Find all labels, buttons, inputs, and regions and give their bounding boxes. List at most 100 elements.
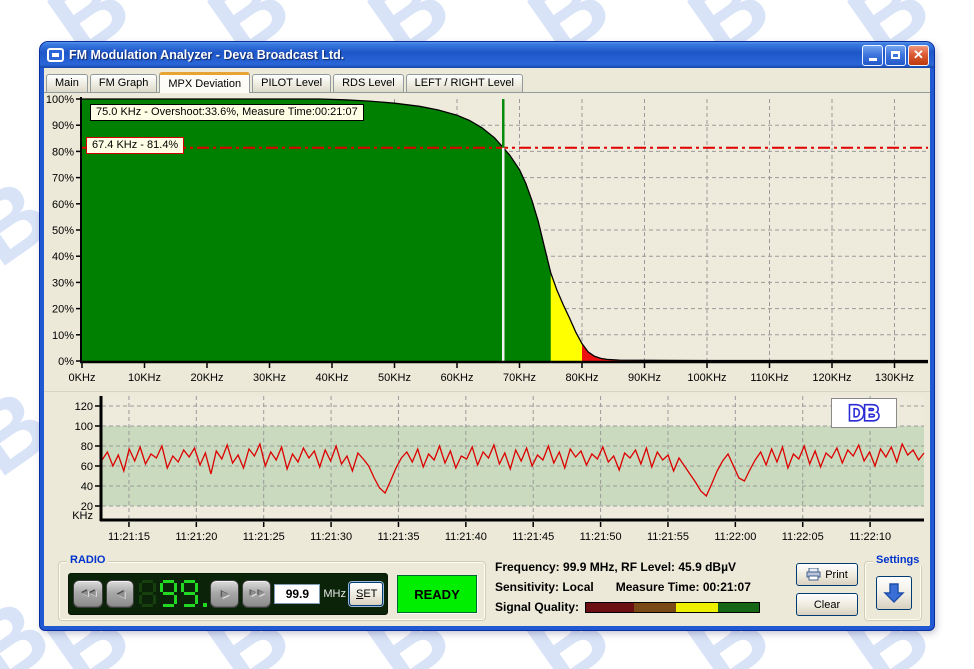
- action-buttons: Print Clear: [796, 563, 858, 616]
- svg-text:11:22:05: 11:22:05: [782, 531, 824, 543]
- step-down-button[interactable]: ◄: [106, 580, 134, 608]
- svg-text:90%: 90%: [52, 120, 74, 132]
- tab-pilot-level[interactable]: PILOT Level: [252, 74, 331, 92]
- svg-text:30%: 30%: [52, 277, 74, 289]
- signal-quality-segment-2: [676, 603, 718, 612]
- deviation-history-chart: 12010080604020KHz11:21:1511:21:2011:21:2…: [44, 391, 930, 551]
- close-button[interactable]: ✕: [908, 45, 929, 66]
- seek-up-button[interactable]: ►►: [242, 580, 272, 608]
- radio-tuner-panel: ◄◄◄ ►►► MHzSET: [68, 573, 388, 615]
- minimize-button[interactable]: [862, 45, 883, 66]
- signal-quality-label: Signal Quality:: [495, 600, 579, 614]
- svg-text:11:21:35: 11:21:35: [377, 531, 419, 543]
- settings-group-label: Settings: [873, 554, 922, 566]
- mhz-label: MHz: [323, 588, 346, 600]
- frequency-7seg-display: [137, 578, 207, 610]
- measurement-info: Frequency: 99.9 MHz, RF Level: 45.9 dBµV…: [495, 557, 795, 617]
- svg-text:11:21:45: 11:21:45: [512, 531, 554, 543]
- svg-text:50KHz: 50KHz: [378, 372, 411, 384]
- svg-text:DB: DB: [849, 402, 879, 425]
- tab-strip: MainFM GraphMPX DeviationPILOT LevelRDS …: [46, 71, 525, 92]
- frequency-rf-line: Frequency: 99.9 MHz, RF Level: 45.9 dBµV: [495, 557, 795, 577]
- tab-left-right-level[interactable]: LEFT / RIGHT Level: [406, 74, 523, 92]
- app-window: FM Modulation Analyzer - Deva Broadcast …: [40, 42, 934, 630]
- window-title: FM Modulation Analyzer - Deva Broadcast …: [69, 48, 862, 62]
- radio-group-label: RADIO: [67, 554, 108, 566]
- svg-text:11:21:50: 11:21:50: [580, 531, 622, 543]
- svg-text:60: 60: [81, 461, 93, 473]
- svg-text:100: 100: [75, 421, 93, 433]
- maximize-icon: [891, 51, 900, 59]
- deviation-history-plot: 12010080604020KHz11:21:1511:21:2011:21:2…: [44, 392, 930, 552]
- svg-text:11:21:20: 11:21:20: [175, 531, 217, 543]
- svg-text:130KHz: 130KHz: [875, 372, 914, 384]
- signal-quality-line: Signal Quality:: [495, 597, 795, 617]
- svg-text:110KHz: 110KHz: [750, 372, 788, 384]
- svg-text:11:21:40: 11:21:40: [445, 531, 487, 543]
- db-logo-icon: DB: [838, 401, 890, 425]
- printer-icon: [806, 568, 821, 581]
- status-badge: READY: [397, 575, 477, 613]
- signal-quality-segment-1: [634, 603, 676, 612]
- svg-text:60%: 60%: [52, 199, 74, 211]
- svg-text:0KHz: 0KHz: [69, 372, 96, 384]
- settings-groupbox: Settings: [864, 561, 922, 621]
- maximize-button[interactable]: [885, 45, 906, 66]
- svg-text:120KHz: 120KHz: [812, 372, 851, 384]
- step-up-button[interactable]: ►: [210, 580, 238, 608]
- svg-text:50%: 50%: [52, 225, 74, 237]
- desktop: BBBBBBBBBBBBBBBBBBBBBBBBBBB FM Modulatio…: [0, 0, 974, 669]
- settings-button[interactable]: [876, 576, 912, 610]
- clear-button[interactable]: Clear: [796, 593, 858, 616]
- svg-text:100KHz: 100KHz: [687, 372, 726, 384]
- close-icon: ✕: [913, 47, 924, 63]
- tab-main[interactable]: Main: [46, 74, 88, 92]
- minimize-icon: [869, 58, 877, 61]
- sensitivity-line: Sensitivity: Local Measure Time: 00:21:0…: [495, 577, 795, 597]
- measure-time-value: Measure Time: 00:21:07: [616, 580, 751, 594]
- svg-text:40: 40: [81, 481, 93, 493]
- svg-text:11:21:55: 11:21:55: [647, 531, 689, 543]
- svg-text:11:22:00: 11:22:00: [714, 531, 756, 543]
- set-button[interactable]: SET: [349, 582, 383, 606]
- frequency-input[interactable]: [274, 584, 320, 604]
- svg-text:20KHz: 20KHz: [190, 372, 223, 384]
- tab-mpx-deviation[interactable]: MPX Deviation: [159, 72, 250, 93]
- client-area: MainFM GraphMPX DeviationPILOT LevelRDS …: [44, 68, 930, 626]
- svg-text:40KHz: 40KHz: [315, 372, 348, 384]
- app-icon: [47, 48, 64, 62]
- svg-text:70KHz: 70KHz: [503, 372, 536, 384]
- signal-quality-segment-3: [718, 603, 759, 612]
- tab-fm-graph[interactable]: FM Graph: [90, 74, 158, 92]
- svg-text:70%: 70%: [52, 173, 74, 185]
- svg-text:80: 80: [81, 441, 93, 453]
- svg-text:90KHz: 90KHz: [628, 372, 661, 384]
- svg-text:KHz: KHz: [72, 510, 93, 522]
- svg-text:11:21:15: 11:21:15: [108, 531, 150, 543]
- svg-text:100%: 100%: [46, 94, 74, 106]
- overshoot-annotation: 75.0 KHz - Overshoot:33.6%, Measure Time…: [90, 104, 364, 121]
- tab-rds-level[interactable]: RDS Level: [333, 74, 404, 92]
- svg-text:80KHz: 80KHz: [565, 372, 598, 384]
- seek-down-button[interactable]: ◄◄: [73, 580, 103, 608]
- radio-groupbox: RADIO ◄◄◄►►►MHzSET READY: [58, 561, 486, 621]
- svg-text:30KHz: 30KHz: [253, 372, 286, 384]
- title-bar[interactable]: FM Modulation Analyzer - Deva Broadcast …: [40, 42, 934, 68]
- threshold-annotation: 67.4 KHz - 81.4%: [86, 137, 184, 154]
- svg-text:10%: 10%: [52, 330, 74, 342]
- control-panel: RADIO ◄◄◄ ►►► MHzSET READY Frequency: 99.9…: [44, 553, 930, 625]
- svg-text:40%: 40%: [52, 251, 74, 263]
- print-button[interactable]: Print: [796, 563, 858, 586]
- svg-text:20%: 20%: [52, 304, 74, 316]
- svg-text:0%: 0%: [58, 356, 74, 368]
- svg-text:11:21:25: 11:21:25: [243, 531, 285, 543]
- mpx-deviation-chart: 100%90%80%70%60%50%40%30%20%10%0%0KHz10K…: [44, 93, 930, 389]
- svg-text:11:21:30: 11:21:30: [310, 531, 352, 543]
- svg-text:60KHz: 60KHz: [440, 372, 473, 384]
- svg-text:120: 120: [75, 401, 93, 413]
- download-arrow-icon: [883, 582, 905, 604]
- signal-quality-segment-0: [586, 603, 634, 612]
- svg-text:10KHz: 10KHz: [128, 372, 161, 384]
- svg-text:11:22:10: 11:22:10: [849, 531, 891, 543]
- signal-quality-bar: [585, 602, 760, 613]
